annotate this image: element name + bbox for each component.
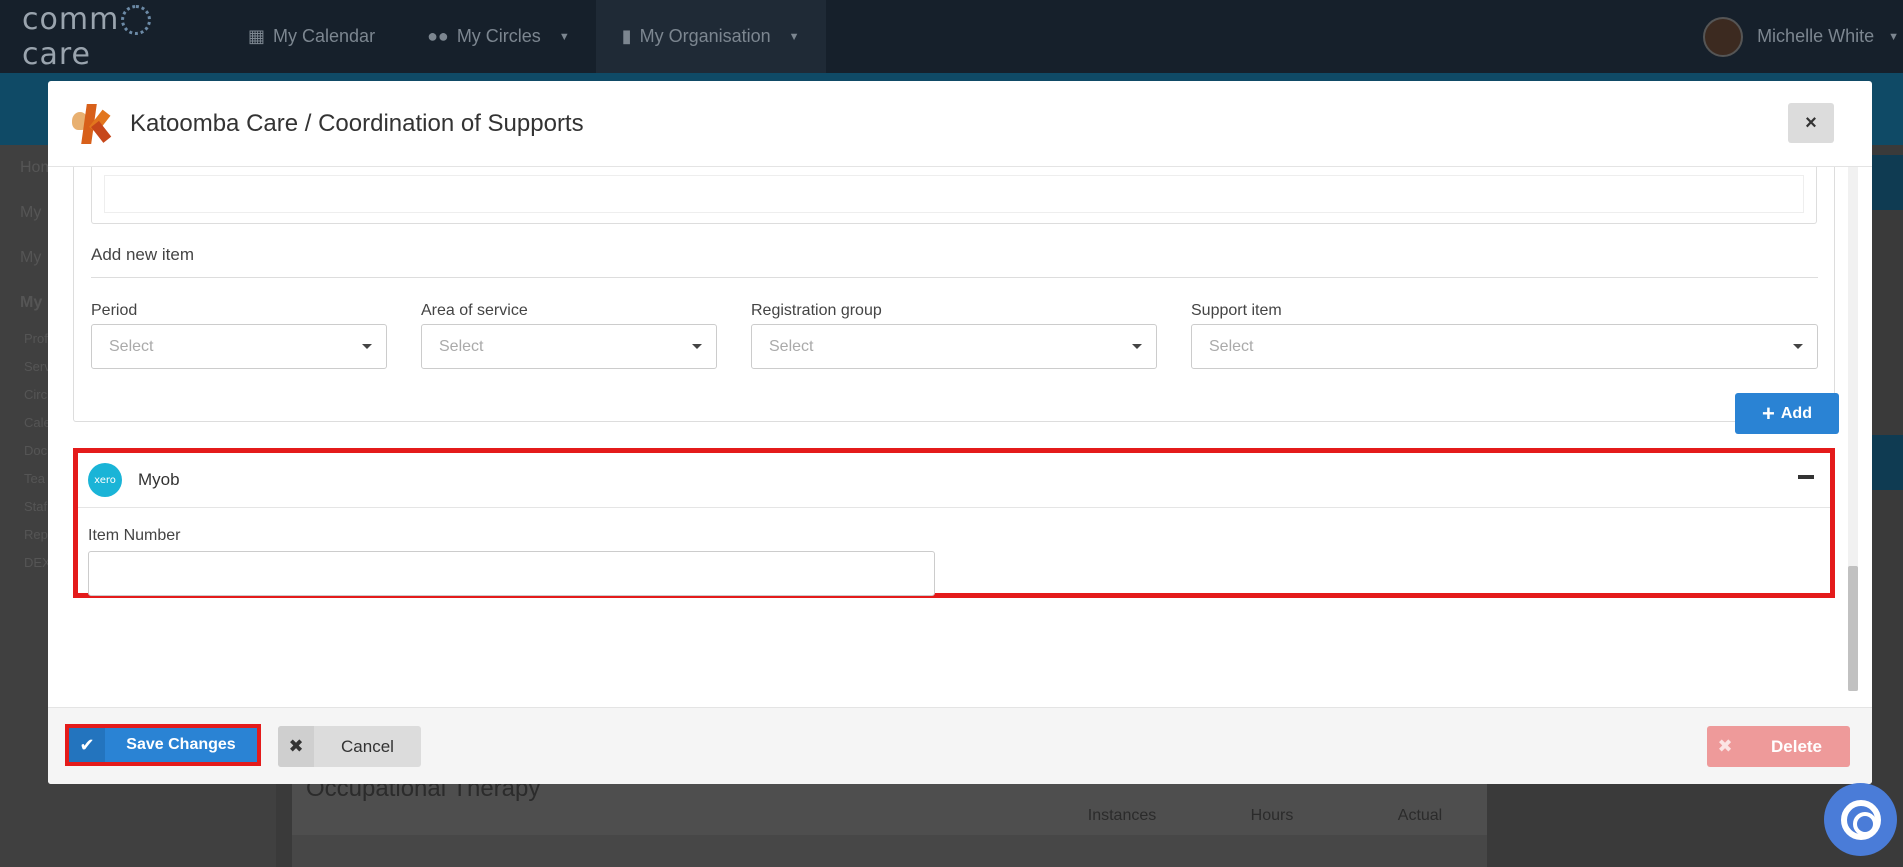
scrollbar-thumb[interactable] bbox=[1848, 566, 1858, 691]
edit-service-modal: Katoomba Care / Coordination of Supports… bbox=[48, 81, 1872, 784]
cancel-label: Cancel bbox=[341, 736, 394, 756]
stat-label: Actual bbox=[1397, 807, 1443, 824]
plus-icon: + bbox=[1762, 400, 1775, 426]
modal-header: Katoomba Care / Coordination of Supports… bbox=[48, 81, 1872, 167]
registration-group-label: Registration group bbox=[751, 302, 882, 319]
select-placeholder: Select bbox=[769, 338, 814, 355]
add-button-label: Add bbox=[1780, 404, 1812, 422]
registration-group-select[interactable]: Select bbox=[751, 324, 1157, 369]
period-select[interactable]: Select bbox=[91, 324, 387, 369]
close-icon: × bbox=[1805, 111, 1817, 134]
select-placeholder: Select bbox=[1209, 338, 1254, 355]
xero-logo-icon: xero bbox=[88, 463, 122, 497]
support-item-select[interactable]: Select bbox=[1191, 324, 1818, 369]
close-icon: ✖ bbox=[1717, 736, 1733, 756]
user-menu[interactable]: Michelle White ▼ bbox=[1703, 0, 1903, 73]
close-button[interactable]: × bbox=[1788, 103, 1834, 143]
save-changes-button[interactable]: ✔ Save Changes bbox=[69, 728, 257, 762]
nav-label: My Calendar bbox=[273, 26, 376, 46]
logo-mark-icon bbox=[121, 5, 152, 35]
caret-down-icon bbox=[692, 344, 702, 349]
modal-footer: ✔ Save Changes ✖ Cancel ✖ Delete bbox=[48, 707, 1872, 784]
help-button[interactable] bbox=[1824, 783, 1897, 856]
period-label: Period bbox=[91, 302, 138, 319]
select-placeholder: Select bbox=[109, 338, 154, 355]
nav-my-calendar[interactable]: ▦ My Calendar bbox=[222, 0, 401, 73]
stat-label: Instances bbox=[1087, 807, 1157, 824]
area-of-service-label: Area of service bbox=[421, 302, 528, 319]
save-highlight: ✔ Save Changes bbox=[65, 724, 261, 766]
collapse-icon[interactable] bbox=[1798, 475, 1814, 479]
caret-down-icon bbox=[1793, 344, 1803, 349]
items-list-box bbox=[91, 167, 1817, 224]
integration-title: Myob bbox=[138, 470, 180, 489]
avatar bbox=[1703, 16, 1744, 57]
building-icon: ▮ bbox=[621, 26, 632, 46]
items-list bbox=[104, 175, 1804, 213]
user-name: Michelle White bbox=[1757, 26, 1875, 46]
ndis-items-panel: Add new item Period Select Area of servi… bbox=[73, 167, 1835, 422]
delete-label: Delete bbox=[1770, 736, 1823, 756]
chevron-down-icon: ▼ bbox=[558, 30, 570, 43]
support-item-label: Support item bbox=[1191, 302, 1282, 319]
save-label: Save Changes bbox=[126, 736, 236, 753]
add-new-item-heading: Add new item bbox=[91, 245, 194, 264]
nav-my-circles[interactable]: ●● My Circles ▼ bbox=[401, 0, 596, 73]
organisation-logo-icon bbox=[70, 102, 114, 146]
integration-header[interactable]: xero Myob bbox=[78, 453, 1830, 508]
chevron-down-icon: ▼ bbox=[1888, 30, 1899, 43]
modal-body: Add new item Period Select Area of servi… bbox=[48, 167, 1872, 707]
modal-title: Katoomba Care / Coordination of Supports bbox=[130, 109, 584, 137]
delete-button[interactable]: ✖ Delete bbox=[1707, 726, 1850, 767]
caret-down-icon bbox=[362, 344, 372, 349]
nav-label: My Organisation bbox=[639, 26, 771, 46]
modal-scrollbar[interactable] bbox=[1848, 167, 1858, 691]
stat-label: Hours bbox=[1250, 807, 1294, 824]
calendar-icon: ▦ bbox=[248, 26, 266, 46]
nav-label: My Circles bbox=[456, 26, 541, 46]
lifebuoy-icon bbox=[1840, 799, 1881, 840]
add-item-button[interactable]: + Add bbox=[1735, 393, 1839, 434]
divider bbox=[91, 277, 1818, 278]
chevron-down-icon: ▼ bbox=[788, 30, 800, 43]
item-number-label: Item Number bbox=[88, 527, 181, 544]
myob-integration-panel: xero Myob Item Number bbox=[73, 448, 1835, 598]
top-navigation: commcare ▦ My Calendar ●● My Circles ▼ ▮… bbox=[0, 0, 1903, 73]
item-number-input[interactable] bbox=[88, 551, 935, 596]
close-icon: ✖ bbox=[278, 726, 314, 767]
area-of-service-select[interactable]: Select bbox=[421, 324, 717, 369]
nav-my-organisation[interactable]: ▮ My Organisation ▼ bbox=[595, 0, 826, 73]
select-placeholder: Select bbox=[439, 338, 484, 355]
app-logo[interactable]: commcare bbox=[22, 2, 222, 72]
cancel-button[interactable]: ✖ Cancel bbox=[278, 726, 421, 767]
check-icon: ✔ bbox=[69, 728, 105, 762]
users-icon: ●● bbox=[427, 26, 449, 46]
caret-down-icon bbox=[1132, 344, 1142, 349]
